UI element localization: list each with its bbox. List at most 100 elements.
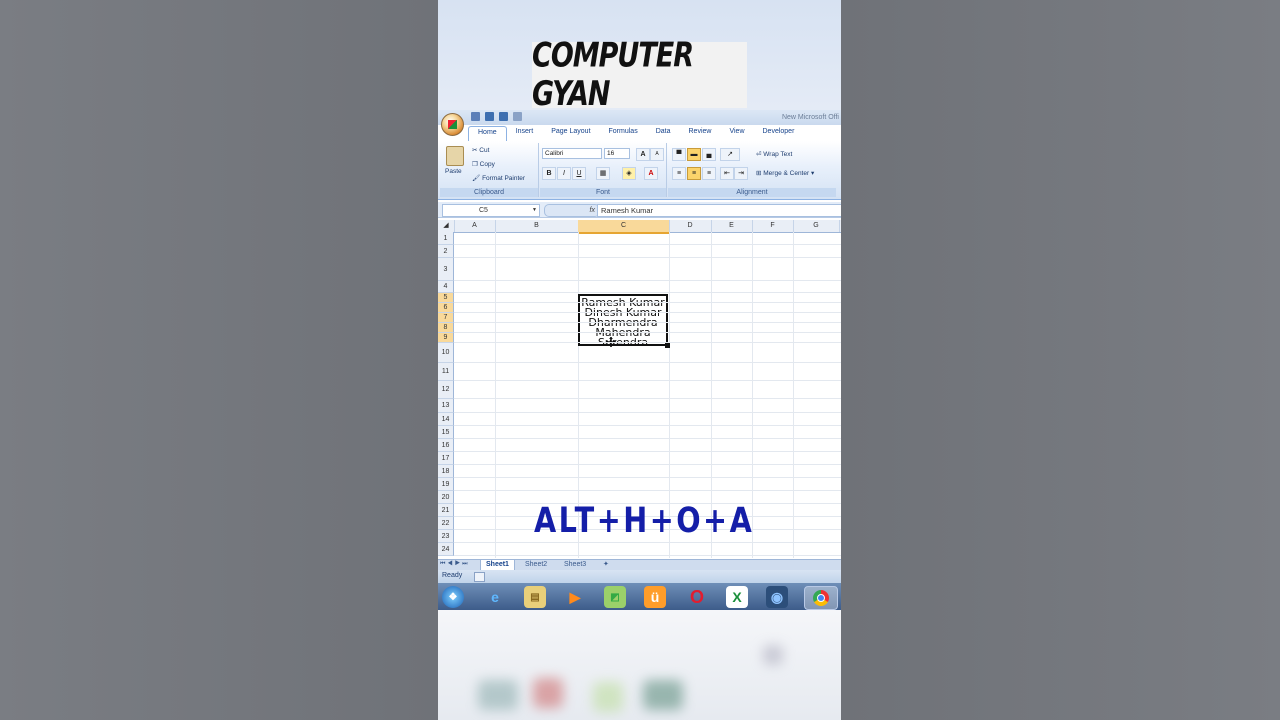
macro-record-icon[interactable] xyxy=(474,572,485,582)
row-header-10[interactable]: 10 xyxy=(438,343,454,363)
row-header-5[interactable]: 5 xyxy=(438,293,454,303)
row-header-12[interactable]: 12 xyxy=(438,381,454,399)
paste-button[interactable]: Paste xyxy=(445,168,462,175)
chrome-icon[interactable] xyxy=(804,586,838,610)
cut-button[interactable]: ✂ Cut xyxy=(472,146,489,154)
clipboard-group-label: Clipboard xyxy=(440,188,538,197)
row-header-15[interactable]: 15 xyxy=(438,426,454,439)
uc-browser-icon[interactable]: ü xyxy=(644,586,666,608)
insert-function-button[interactable]: fx xyxy=(544,204,600,217)
align-middle-icon[interactable]: ▬ xyxy=(687,148,701,161)
name-box[interactable]: C5 ▼ xyxy=(442,204,540,217)
column-header-d[interactable]: D xyxy=(669,220,712,232)
row-header-11[interactable]: 11 xyxy=(438,363,454,381)
fill-handle[interactable] xyxy=(665,343,670,348)
sheet-tab-2[interactable]: Sheet2 xyxy=(520,560,552,570)
italic-button[interactable]: I xyxy=(557,167,571,180)
underline-button[interactable]: U xyxy=(572,167,586,180)
tab-formulas[interactable]: Formulas xyxy=(600,126,647,141)
clipboard-group: Paste ✂ Cut ❐ Copy 🖌 Format Painter Clip… xyxy=(440,143,539,197)
office-button[interactable] xyxy=(441,113,464,136)
row-gridline xyxy=(454,464,841,465)
opera-icon[interactable]: O xyxy=(686,586,708,608)
internet-explorer-icon[interactable]: e xyxy=(484,586,506,608)
sheet-tab-3[interactable]: Sheet3 xyxy=(559,560,591,570)
increase-indent-icon[interactable]: ⇥ xyxy=(734,167,748,180)
orientation-icon[interactable]: ↗ xyxy=(720,148,740,161)
insert-sheet-icon[interactable]: ✦ xyxy=(598,560,614,570)
media-player-icon[interactable]: ▶ xyxy=(564,586,586,608)
row-header-21[interactable]: 21 xyxy=(438,504,454,517)
row-header-4[interactable]: 4 xyxy=(438,281,454,293)
row-header-23[interactable]: 23 xyxy=(438,530,454,543)
borders-icon[interactable]: ▦ xyxy=(596,167,610,180)
align-center-icon[interactable]: ≡ xyxy=(687,167,701,180)
column-header-b[interactable]: B xyxy=(495,220,579,232)
tab-insert[interactable]: Insert xyxy=(507,126,543,141)
row-gridline xyxy=(454,312,841,313)
save-icon[interactable] xyxy=(471,112,480,121)
row-header-8[interactable]: 8 xyxy=(438,323,454,333)
redo-icon[interactable] xyxy=(499,112,508,121)
paste-icon[interactable] xyxy=(446,146,464,166)
select-all-corner[interactable]: ◢ xyxy=(438,220,455,232)
start-orb-icon[interactable]: ❖ xyxy=(442,586,464,608)
bold-button[interactable]: B xyxy=(542,167,556,180)
column-header-g[interactable]: G xyxy=(793,220,840,232)
row-gridline xyxy=(454,280,841,281)
row-header-3[interactable]: 3 xyxy=(438,258,454,281)
font-color-button[interactable]: A xyxy=(644,167,658,180)
align-left-icon[interactable]: ≡ xyxy=(672,167,686,180)
column-header-e[interactable]: E xyxy=(711,220,753,232)
right-backdrop xyxy=(841,0,1280,720)
copy-button[interactable]: ❐ Copy xyxy=(472,160,495,168)
row-header-16[interactable]: 16 xyxy=(438,439,454,452)
row-header-9[interactable]: 9 xyxy=(438,333,454,343)
row-header-13[interactable]: 13 xyxy=(438,399,454,413)
media-center-icon[interactable]: ◉ xyxy=(766,586,788,608)
font-size-dropdown[interactable]: 16 xyxy=(604,148,630,159)
column-header-a[interactable]: A xyxy=(454,220,496,232)
tab-page-layout[interactable]: Page Layout xyxy=(542,126,599,141)
row-header-7[interactable]: 7 xyxy=(438,313,454,323)
row-header-19[interactable]: 19 xyxy=(438,478,454,491)
file-explorer-icon[interactable]: ▤ xyxy=(524,586,546,608)
row-header-22[interactable]: 22 xyxy=(438,517,454,530)
fill-color-icon[interactable]: ◈ xyxy=(622,167,636,180)
decrease-indent-icon[interactable]: ⇤ xyxy=(720,167,734,180)
row-header-17[interactable]: 17 xyxy=(438,452,454,465)
grow-font-button[interactable]: A xyxy=(636,148,650,161)
row-header-20[interactable]: 20 xyxy=(438,491,454,504)
tab-data[interactable]: Data xyxy=(647,126,680,141)
tab-developer[interactable]: Developer xyxy=(754,126,804,141)
wrap-text-button[interactable]: ⏎ Wrap Text xyxy=(756,150,792,158)
align-right-icon[interactable]: ≡ xyxy=(702,167,716,180)
row-header-14[interactable]: 14 xyxy=(438,413,454,426)
format-painter-button[interactable]: 🖌 Format Painter xyxy=(472,174,525,182)
formula-input[interactable]: Ramesh Kumar xyxy=(597,204,841,217)
row-header-24[interactable]: 24 xyxy=(438,543,454,556)
tab-review[interactable]: Review xyxy=(680,126,721,141)
row-header-2[interactable]: 2 xyxy=(438,245,454,258)
align-top-icon[interactable]: ▀ xyxy=(672,148,686,161)
column-header-f[interactable]: F xyxy=(752,220,794,232)
font-name-dropdown[interactable]: Calibri xyxy=(542,148,602,159)
undo-icon[interactable] xyxy=(485,112,494,121)
row-gridline xyxy=(454,477,841,478)
excel-icon[interactable]: X xyxy=(726,586,748,608)
name-box-dropdown-icon[interactable]: ▼ xyxy=(532,205,537,216)
align-bottom-icon[interactable]: ▄ xyxy=(702,148,716,161)
row-gridline xyxy=(454,490,841,491)
print-preview-icon[interactable] xyxy=(513,112,522,121)
row-gridline xyxy=(454,332,841,333)
row-header-18[interactable]: 18 xyxy=(438,465,454,478)
sheet-nav-arrows-icon[interactable]: ⏮◀▶⏭ xyxy=(440,561,470,568)
tab-view[interactable]: View xyxy=(720,126,753,141)
shrink-font-button[interactable]: A xyxy=(650,148,664,161)
paint-icon[interactable]: ◩ xyxy=(604,586,626,608)
row-gridline xyxy=(454,555,841,556)
tab-home[interactable]: Home xyxy=(468,126,507,142)
row-header-1[interactable]: 1 xyxy=(438,232,454,245)
row-header-6[interactable]: 6 xyxy=(438,303,454,313)
merge-center-button[interactable]: ⊞ Merge & Center ▾ xyxy=(756,169,814,177)
